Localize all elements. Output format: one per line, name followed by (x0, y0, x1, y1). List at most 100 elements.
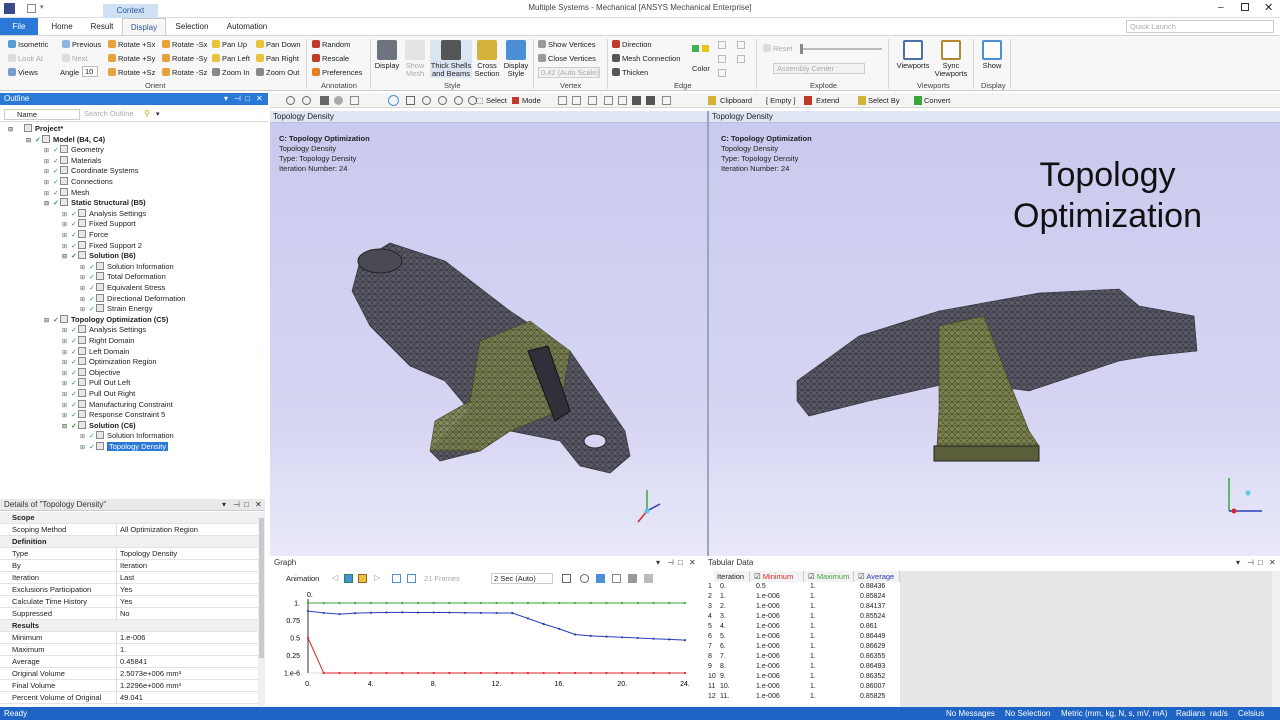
panel-autohide-icon[interactable]: ⊣ (234, 93, 241, 105)
tree-node[interactable]: ⊞ ✓ Pull Out Right (62, 389, 135, 400)
status-messages[interactable]: No Messages (946, 707, 995, 720)
table-row[interactable]: 11 10. 1.e-006 1. 0.86007 (706, 682, 900, 692)
tree-node[interactable]: ⊞ ✓ Fixed Support 2 (62, 240, 142, 252)
details-value[interactable]: 2.5073e+006 mm³ (120, 668, 181, 680)
rescale-button[interactable]: Rescale (312, 54, 349, 63)
tree-node[interactable]: ⊞ ✓ Left Domain (62, 346, 129, 358)
tree-node[interactable]: ⊟ Project* (8, 124, 63, 135)
zoom-out-button[interactable]: Zoom Out (256, 68, 299, 77)
rotate-minus-sx-button[interactable]: Rotate -Sx (162, 40, 207, 49)
sync-viewports-button[interactable]: Sync Viewports (932, 40, 970, 78)
tree-node[interactable]: ⊞ ✓ Fixed Support (62, 219, 136, 230)
tabular-scrollbar[interactable] (1272, 571, 1280, 707)
animation-play-icon[interactable]: ◁ (332, 573, 338, 582)
show-vertices-button[interactable]: Show Vertices (538, 40, 596, 49)
expand-icon[interactable]: ⊟ (62, 252, 71, 263)
animation-range-icon[interactable] (407, 574, 416, 583)
convergence-chart[interactable]: 0. 1. 0.75 0.5 0.25 1.e-6 0. 4. 8. 12. 16. 20. 24. (270, 587, 702, 707)
panel-maximize-icon[interactable]: □ (244, 499, 249, 511)
tree-node[interactable]: ⊞ ✓ Manufacturing Constraint (62, 399, 173, 411)
expand-icon[interactable]: ⊟ (8, 125, 17, 136)
viewports-dropdown[interactable]: Viewports (894, 40, 932, 70)
table-row[interactable]: 8 7. 1.e-006 1. 0.86355 (706, 652, 900, 662)
select-face-icon[interactable] (588, 96, 597, 105)
tree-node[interactable]: ⊞ ✓ Right Domain (62, 336, 134, 347)
details-section-header[interactable]: Definition (0, 536, 258, 548)
tree-node[interactable]: ⊞ ✓ Response Constraint 5 (62, 410, 165, 421)
show-mesh-button[interactable]: Show Mesh (402, 40, 428, 78)
tree-node[interactable]: ⊟ ✓ Topology Optimization (C5) (44, 314, 168, 327)
random-button[interactable]: Random (312, 40, 350, 49)
tree-node[interactable]: ⊞ ✓ Total Deformation (80, 272, 166, 283)
speed-dropdown[interactable]: 2 Sec (Auto) (491, 573, 553, 584)
details-value[interactable]: 0.45841 (120, 656, 147, 668)
details-value[interactable]: Iteration (120, 560, 147, 572)
thick-shells-button[interactable]: Thick Shells and Beams (430, 40, 472, 78)
table-row[interactable]: 9 8. 1.e-006 1. 0.86493 (706, 662, 900, 672)
details-scrollbar[interactable] (258, 512, 265, 706)
viewport-divider[interactable] (707, 111, 709, 556)
color-swatch-icon[interactable] (702, 45, 709, 52)
edge-option-icon[interactable] (718, 41, 726, 49)
minimize-icon[interactable]: – (1218, 2, 1224, 13)
fit-icon[interactable] (454, 96, 463, 105)
expand-icon[interactable]: ⊟ (62, 422, 71, 433)
display-style-dropdown[interactable]: Display Style (502, 40, 530, 78)
details-row[interactable]: Original Volume 2.5073e+006 mm³ (0, 668, 258, 680)
details-row[interactable]: Exclusions Participation Yes (0, 584, 258, 596)
previous-button[interactable]: Previous (62, 40, 101, 49)
panel-autohide-icon[interactable]: ⊣ (667, 557, 674, 569)
details-row[interactable]: By Iteration (0, 560, 258, 572)
expand-icon[interactable]: ⊟ (44, 316, 53, 327)
panel-close-icon[interactable]: ✕ (255, 499, 262, 511)
direction-button[interactable]: Direction (612, 40, 652, 49)
tab-selection[interactable]: Selection (170, 18, 214, 35)
zoom-box-icon[interactable] (302, 96, 311, 105)
tree-node[interactable]: ⊞ ✓ Coordinate Systems (44, 166, 139, 177)
mode-dropdown[interactable]: Mode (522, 96, 541, 105)
expand-icon[interactable]: ⊟ (44, 199, 53, 210)
explode-slider-thumb[interactable] (800, 44, 803, 54)
rotate-minus-sz-button[interactable]: Rotate -Sz (162, 68, 207, 77)
select-edge-icon[interactable] (572, 96, 581, 105)
expand-icon[interactable]: ⊞ (80, 443, 89, 454)
details-row[interactable]: Maximum 1. (0, 644, 258, 656)
tree-node[interactable]: ⊟ ✓ Static Structural (B5) (44, 198, 146, 209)
select-by-dropdown[interactable]: Select By (868, 96, 900, 105)
cross-section-button[interactable]: Cross Section (474, 40, 500, 78)
clipboard-dropdown[interactable]: Clipboard (720, 96, 752, 105)
details-row[interactable]: Minimum 1.e-006 (0, 632, 258, 644)
panel-pin-icon[interactable]: ▾ (224, 93, 228, 105)
tree-node[interactable]: ⊞ ✓ Force (62, 230, 108, 241)
tab-automation[interactable]: Automation (220, 18, 274, 35)
rotate-plus-sy-button[interactable]: Rotate +Sy (108, 54, 155, 63)
tree-node[interactable]: ⊞ ✓ Analysis Settings (62, 208, 146, 220)
select-element-icon[interactable] (632, 96, 641, 105)
graph-option-icon[interactable] (612, 574, 621, 583)
panel-close-icon[interactable]: ✕ (1269, 557, 1276, 569)
pan-up-button[interactable]: Pan Up (212, 40, 247, 49)
select-node-icon[interactable] (618, 96, 627, 105)
edge-option-icon[interactable] (718, 69, 726, 77)
details-value[interactable]: 1.e-006 (120, 632, 145, 644)
tree-node[interactable]: ⊞ ✓ Mesh (44, 187, 89, 199)
tree-node[interactable]: ⊞ ✓ Materials (44, 155, 101, 167)
view-cube-icon[interactable] (320, 96, 329, 105)
table-row[interactable]: 7 6. 1.e-006 1. 0.86629 (706, 642, 900, 652)
table-row[interactable]: 4 3. 1.e-006 1. 0.85524 (706, 612, 900, 622)
rotate-plus-sz-button[interactable]: Rotate +Sz (108, 68, 155, 77)
details-value[interactable]: Topology Density (120, 548, 177, 560)
clipboard-icon[interactable] (708, 96, 716, 105)
panel-maximize-icon[interactable]: □ (678, 557, 683, 569)
panel-maximize-icon[interactable]: □ (245, 93, 250, 105)
tab-home[interactable]: Home (44, 18, 80, 35)
wireframe-icon[interactable] (350, 96, 359, 105)
pan-left-button[interactable]: Pan Left (212, 54, 250, 63)
status-temp-units[interactable]: Celsius (1238, 707, 1264, 720)
animation-stop-icon[interactable] (358, 574, 367, 583)
tree-node[interactable]: ⊟ ✓ Model (B4, C4) (26, 134, 105, 146)
extend-dropdown[interactable]: Extend (816, 96, 839, 105)
rotate-icon[interactable] (388, 95, 399, 106)
rotate-minus-sy-button[interactable]: Rotate -Sy (162, 54, 207, 63)
maximize-icon[interactable] (1241, 3, 1249, 11)
